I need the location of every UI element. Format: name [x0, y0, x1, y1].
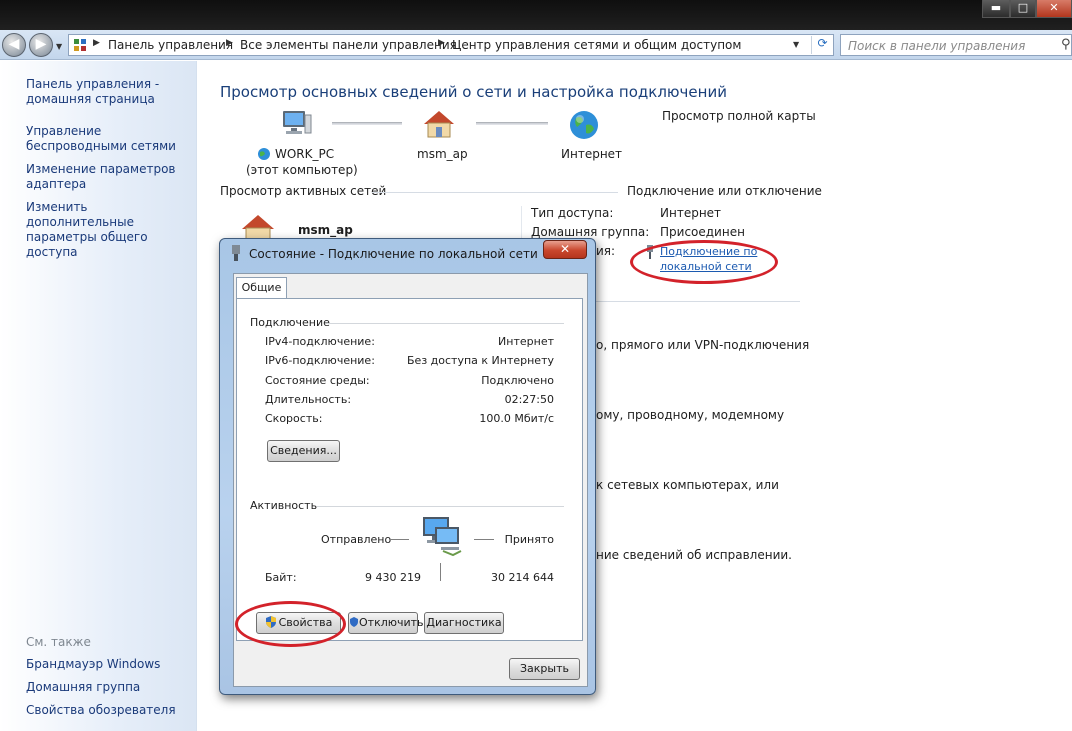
network-globe-icon [256, 147, 272, 161]
search-placeholder: Поиск в панели управления [848, 39, 1026, 53]
status-dialog: Состояние - Подключение по локальной сет… [219, 238, 596, 695]
task-fragment: ние сведений об исправлении. [596, 548, 792, 562]
homegroup-label: Домашняя группа: [531, 225, 650, 239]
duration-label: Длительность: [265, 393, 352, 406]
breadcrumb-all-items[interactable]: Все элементы панели управления [240, 38, 457, 52]
connection-group-title: Подключение [250, 316, 330, 329]
general-tab-pane: Подключение IPv4-подключение: Интернет I… [236, 298, 583, 641]
sidebar-item-wireless[interactable]: Управление беспроводными сетями [26, 124, 194, 154]
computer-name: WORK_PC [275, 147, 335, 161]
home-network-icon [240, 213, 276, 242]
disable-button-label: Отключить [359, 616, 424, 629]
connections-label: ия: [596, 244, 616, 258]
divider [372, 192, 618, 193]
bytes-received-value: 30 214 644 [491, 571, 554, 584]
connect-disconnect-link[interactable]: Подключение или отключение [627, 184, 822, 198]
close-button[interactable]: Закрыть [509, 658, 580, 680]
window-title-bar: ▬ □ ✕ [0, 0, 1072, 30]
recent-pages-icon[interactable]: ▼ [56, 42, 62, 51]
details-button[interactable]: Сведения... [267, 440, 340, 462]
task-fragment: о, прямого или VPN-подключения [596, 338, 810, 352]
ipv4-value: Интернет [498, 335, 554, 348]
search-icon[interactable]: ⚲ [1061, 37, 1071, 52]
refresh-icon[interactable]: ⟳ [811, 36, 833, 54]
breadcrumb-separator-icon: ▶ [93, 38, 100, 48]
internet-label: Интернет [561, 147, 623, 161]
access-type-value: Интернет [660, 206, 722, 220]
tab-general[interactable]: Общие [236, 277, 287, 299]
search-input[interactable]: Поиск в панели управления ⚲ [840, 34, 1072, 56]
control-panel-icon [73, 38, 87, 52]
computer-subtitle: (этот компьютер) [246, 163, 358, 177]
diagnose-button[interactable]: Диагностика [424, 612, 504, 634]
highlight-oval [235, 601, 346, 647]
bytes-label: Байт: [265, 571, 297, 584]
sidebar-item-adapter[interactable]: Изменение параметров адаптера [26, 162, 194, 192]
forward-button[interactable]: ▶ [29, 33, 53, 57]
homegroup-link[interactable]: Присоединен [660, 225, 745, 239]
sidebar-item-home[interactable]: Панель управления - домашняя страница [26, 77, 194, 107]
ipv6-label: IPv6-подключение: [265, 354, 375, 367]
activity-group-title: Активность [250, 499, 318, 512]
divider [440, 563, 441, 581]
breadcrumb-control-panel[interactable]: Панель управления [108, 38, 233, 52]
sent-label: Отправлено [321, 533, 392, 546]
ipv6-value: Без доступа к Интернету [407, 354, 554, 367]
divider [474, 539, 494, 540]
speed-value: 100.0 Мбит/с [479, 412, 554, 425]
maximize-button[interactable]: □ [1010, 0, 1036, 18]
ipv4-label: IPv4-подключение: [265, 335, 375, 348]
divider [327, 323, 564, 324]
sidebar-item-homegroup[interactable]: Домашняя группа [26, 680, 194, 695]
minimize-button[interactable]: ▬ [982, 0, 1010, 18]
speed-label: Скорость: [265, 412, 323, 425]
divider [317, 506, 564, 507]
see-also-title: См. также [26, 635, 91, 649]
navigation-bar: ◀ ▶ ▼ ▶ Панель управления ▶ Все элементы… [0, 30, 1072, 60]
dialog-title: Состояние - Подключение по локальной сет… [249, 247, 538, 261]
duration-value: 02:27:50 [504, 393, 554, 406]
bytes-sent-value: 9 430 219 [365, 571, 421, 584]
sidebar-item-browser-options[interactable]: Свойства обозревателя [26, 703, 194, 718]
shield-icon [349, 614, 359, 627]
house-icon [422, 109, 456, 139]
network-name: msm_ap [417, 147, 468, 161]
active-networks-title: Просмотр активных сетей [220, 184, 387, 198]
media-state-value: Подключено [481, 374, 554, 387]
close-window-button[interactable]: ✕ [1036, 0, 1072, 18]
full-map-link[interactable]: Просмотр полной карты [662, 109, 816, 123]
back-button[interactable]: ◀ [2, 33, 26, 57]
address-dropdown-icon[interactable]: ▼ [793, 40, 799, 49]
globe-icon [568, 109, 600, 141]
link-line [476, 122, 548, 125]
active-network-name: msm_ap [298, 223, 353, 237]
access-type-label: Тип доступа: [531, 206, 614, 220]
breadcrumb-separator-icon[interactable]: ▶ [438, 38, 445, 48]
sidebar-item-firewall[interactable]: Брандмауэр Windows [26, 657, 194, 672]
page-title: Просмотр основных сведений о сети и наст… [220, 83, 727, 101]
computer-icon [279, 109, 313, 137]
task-fragment: к сетевых компьютерах, или [596, 478, 779, 492]
sidebar-item-sharing[interactable]: Изменить дополнительные параметры общего… [26, 200, 194, 260]
breadcrumb-network-center[interactable]: Центр управления сетями и общим доступом [452, 38, 741, 52]
network-activity-icon [419, 513, 467, 557]
breadcrumb-separator-icon[interactable]: ▶ [226, 38, 233, 48]
left-navigation-pane: Панель управления - домашняя страница Уп… [0, 61, 197, 731]
highlight-oval [630, 240, 778, 284]
media-state-label: Состояние среды: [265, 374, 370, 387]
network-adapter-icon [229, 245, 243, 261]
received-label: Принято [504, 533, 554, 546]
divider [389, 539, 409, 540]
task-fragment: ому, проводному, модемному [596, 408, 785, 422]
address-bar[interactable]: ▶ Панель управления ▶ Все элементы панел… [68, 34, 834, 56]
disable-button[interactable]: Отключить [348, 612, 424, 634]
link-line [332, 122, 402, 125]
dialog-close-button[interactable]: ✕ [543, 240, 587, 259]
